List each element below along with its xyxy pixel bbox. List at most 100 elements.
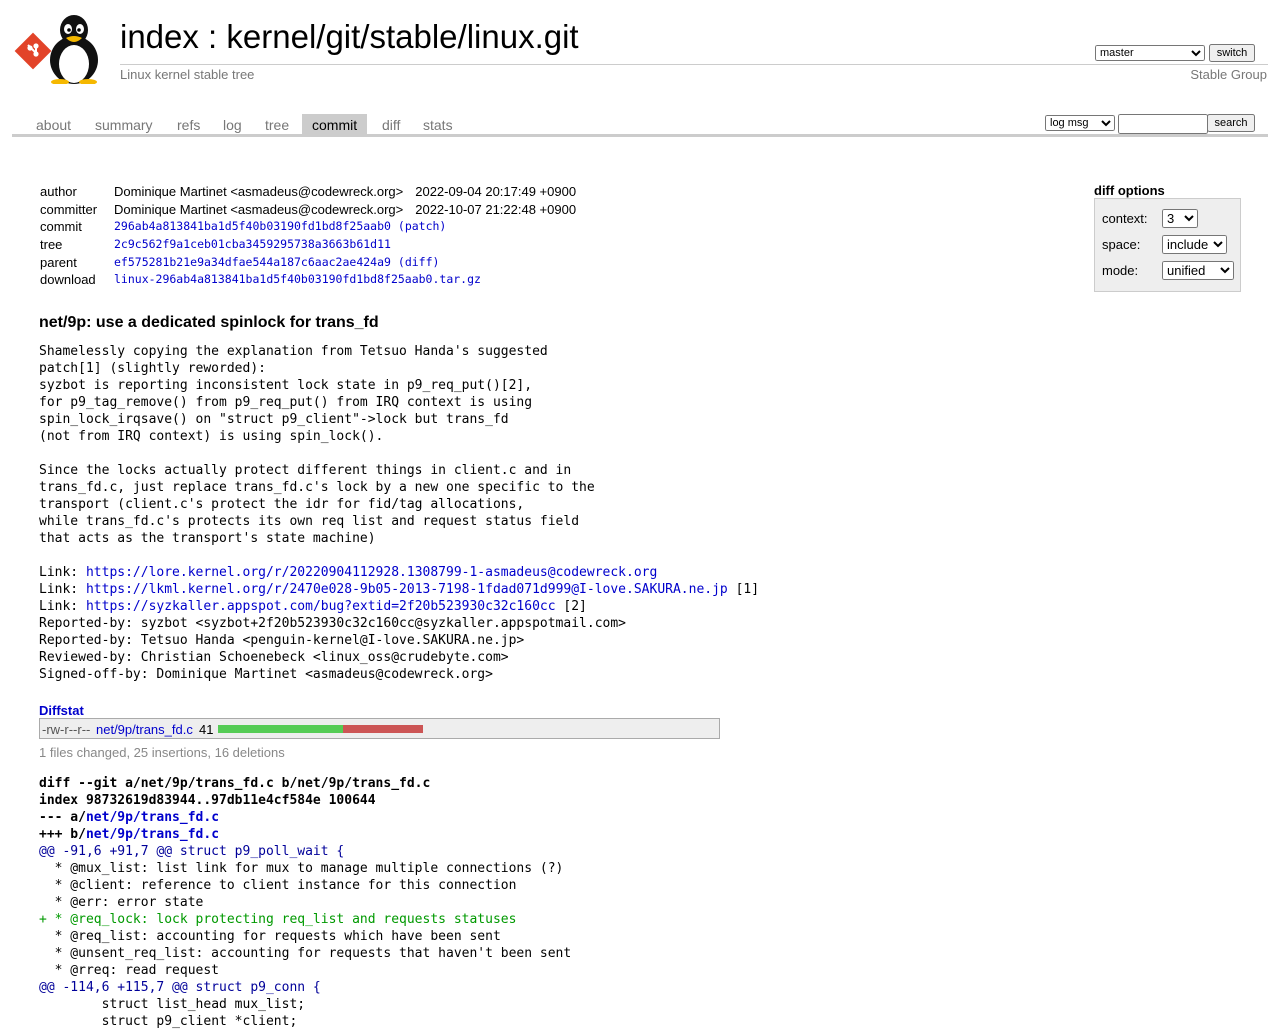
context-select[interactable]: 3 — [1162, 209, 1198, 228]
message-link[interactable]: https://lore.kernel.org/r/20220904112928… — [86, 565, 657, 580]
diff-file-link[interactable]: net/9p/trans_fd.c — [86, 810, 219, 825]
commit-hash-cell: 296ab4a813841ba1d5f40b03190fd1bd8f25aab0… — [110, 219, 580, 237]
diff-content: diff --git a/net/9p/trans_fd.c b/net/9p/… — [39, 775, 571, 1030]
tab-commit[interactable]: commit — [302, 114, 368, 134]
message-line: patch[1] (slightly reworded): — [39, 361, 266, 376]
context-label: context: — [1102, 211, 1148, 226]
message-line: while trans_fd.c's protects its own req … — [39, 514, 580, 529]
link-ref: [2] — [555, 599, 587, 614]
tree-row: tree 2c9c562f9a1ceb01cba3459295738a3663b… — [36, 237, 580, 255]
search-type-select[interactable]: log msg — [1045, 115, 1115, 131]
tab-log[interactable]: log — [213, 114, 252, 134]
trailer-line: Reported-by: syzbot <syzbot+2f20b523930c… — [39, 616, 626, 631]
tab-refs[interactable]: refs — [167, 114, 210, 134]
tab-about[interactable]: about — [26, 114, 81, 134]
diff-line-ctx: * @rreq: read request — [39, 963, 220, 978]
message-line: for p9_tag_remove() from p9_req_put() fr… — [39, 395, 533, 410]
commit-hash-link[interactable]: 296ab4a813841ba1d5f40b03190fd1bd8f25aab0 — [114, 219, 391, 233]
search-button[interactable]: search — [1207, 114, 1255, 132]
diff-line-ctx: * @client: reference to client instance … — [39, 878, 517, 893]
trailer-line: Reported-by: Tetsuo Handa <penguin-kerne… — [39, 633, 525, 648]
repo-owner: Stable Group — [1190, 67, 1267, 82]
committer-value: Dominique Martinet <asmadeus@codewreck.o… — [114, 201, 404, 217]
trailer-line: Signed-off-by: Dominique Martinet <asmad… — [39, 667, 493, 682]
diff-line-head: diff --git a/net/9p/trans_fd.c b/net/9p/… — [39, 776, 431, 791]
message-line: (not from IRQ context) is using spin_loc… — [39, 429, 384, 444]
parent-label: parent — [40, 254, 77, 270]
author-label: author — [40, 184, 77, 199]
tab-diff[interactable]: diff — [372, 114, 410, 134]
diffstat-table: -rw-r--r-- net/9p/trans_fd.c 41 — [39, 718, 720, 739]
diff-line-ctx: * @mux_list: list link for mux to manage… — [39, 861, 564, 876]
switch-button[interactable]: switch — [1209, 44, 1255, 62]
diffstat-count: 41 — [199, 722, 214, 737]
link-prefix: Link: — [39, 599, 86, 614]
diff-line-head: --- a/net/9p/trans_fd.c — [39, 809, 571, 826]
insertions-bar — [218, 725, 343, 733]
committer-label: committer — [40, 201, 98, 217]
git-logo-icon — [14, 32, 52, 70]
tab-stats[interactable]: stats — [413, 114, 463, 134]
deletions-bar — [343, 725, 423, 733]
diff-file-prefix: --- a/ — [39, 810, 86, 825]
page-title: index : kernel/git/stable/linux.git — [120, 16, 579, 58]
search-input[interactable] — [1118, 114, 1208, 134]
diff-line-add: + * @req_lock: lock protecting req_list … — [39, 912, 517, 927]
diff-file-prefix: +++ b/ — [39, 827, 86, 842]
trailer-line: Reviewed-by: Christian Schoenebeck <linu… — [39, 650, 509, 665]
committer-date: 2022-10-07 21:22:48 +0900 — [415, 201, 577, 217]
commit-label: commit — [40, 219, 82, 235]
message-line: that acts as the transport's state machi… — [39, 531, 376, 546]
diffstat-file-link[interactable]: net/9p/trans_fd.c — [96, 722, 193, 737]
message-link[interactable]: https://syzkaller.appspot.com/bug?extid=… — [86, 599, 556, 614]
author-date: 2022-09-04 20:17:49 +0900 — [415, 184, 577, 199]
repo-link[interactable]: kernel/git/stable/linux.git — [226, 18, 578, 55]
diff-line-hunk: @@ -91,6 +91,7 @@ struct p9_poll_wait { — [39, 844, 345, 859]
parent-diff-link[interactable]: (diff) — [398, 255, 440, 269]
patch-link[interactable]: (patch) — [398, 219, 446, 233]
mode-select[interactable]: unified — [1162, 261, 1234, 280]
diff-line-hunk: @@ -114,6 +115,7 @@ struct p9_conn { — [39, 980, 321, 995]
diff-file-link[interactable]: net/9p/trans_fd.c — [86, 827, 219, 842]
space-select[interactable]: include — [1162, 235, 1227, 254]
download-link[interactable]: linux-296ab4a813841ba1d5f40b03190fd1bd8f… — [114, 272, 481, 286]
tab-tree[interactable]: tree — [255, 114, 299, 134]
diff-options-title: diff options — [1094, 183, 1165, 198]
diff-line-ctx: struct p9_client *client; — [39, 1014, 298, 1029]
tab-summary[interactable]: summary — [85, 114, 163, 134]
diff-line-head: +++ b/net/9p/trans_fd.c — [39, 826, 571, 843]
committer-row: committer Dominique Martinet <asmadeus@c… — [36, 202, 580, 220]
commit-subject: net/9p: use a dedicated spinlock for tra… — [39, 314, 379, 331]
space-label: space: — [1102, 237, 1141, 252]
parent-hash-link[interactable]: ef575281b21e9a34dfae544a187c6aac2ae424a9 — [114, 255, 391, 269]
tree-label: tree — [40, 237, 63, 253]
diff-line-ctx: * @unsent_req_list: accounting for reque… — [39, 946, 572, 961]
diff-options-panel: context: 3 space: include mode: unified — [1094, 198, 1241, 292]
diffstat-heading[interactable]: Diffstat — [39, 703, 84, 718]
download-label: download — [40, 272, 96, 288]
mode-label: mode: — [1102, 263, 1139, 278]
link-prefix: Link: — [39, 565, 86, 580]
cgit-logo[interactable] — [14, 12, 110, 84]
commit-row: commit 296ab4a813841ba1d5f40b03190fd1bd8… — [36, 219, 580, 237]
message-line: transport (client.c's protect the idr fo… — [39, 497, 525, 512]
repo-description: Linux kernel stable tree — [120, 67, 255, 82]
tree-hash-link[interactable]: 2c9c562f9a1ceb01cba3459295738a3663b61d11 — [114, 237, 391, 251]
file-mode: -rw-r--r-- — [42, 722, 91, 737]
parent-row: parent ef575281b21e9a34dfae544a187c6aac2… — [36, 255, 580, 273]
message-line: trans_fd.c, just replace trans_fd.c's lo… — [39, 480, 595, 495]
parent-hash-cell: ef575281b21e9a34dfae544a187c6aac2ae424a9… — [110, 255, 580, 273]
message-line: syzbot is reporting inconsistent lock st… — [39, 378, 533, 393]
link-prefix: Link: — [39, 582, 86, 597]
tux-penguin-icon — [50, 15, 98, 84]
message-link[interactable]: https://lkml.kernel.org/r/2470e028-9b05-… — [86, 582, 728, 597]
header-divider — [120, 64, 1268, 65]
message-line: spin_lock_irqsave() on "struct p9_client… — [39, 412, 509, 427]
diff-line-head: index 98732619d83944..97db11e4cf584e 100… — [39, 793, 376, 808]
index-link[interactable]: index — [120, 18, 199, 55]
diff-line-ctx: struct list_head mux_list; — [39, 997, 306, 1012]
diff-line-ctx: * @err: error state — [39, 895, 204, 910]
branch-select[interactable]: master — [1095, 45, 1205, 61]
message-line: Since the locks actually protect differe… — [39, 463, 572, 478]
commit-info-table: author Dominique Martinet <asmadeus@code… — [36, 184, 580, 290]
